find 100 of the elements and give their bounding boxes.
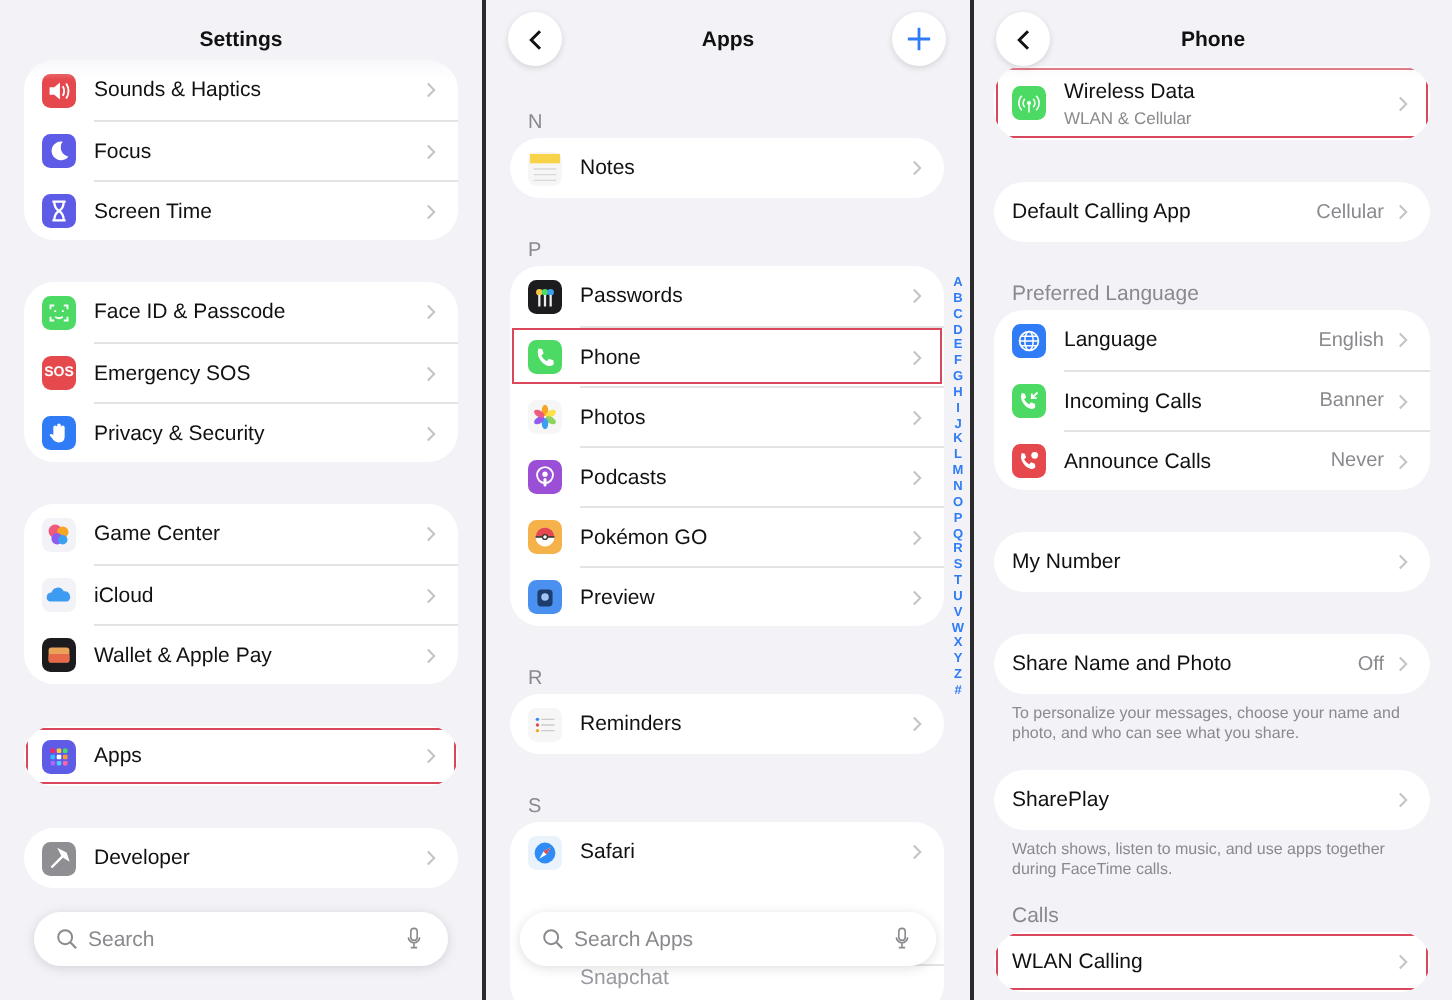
microphone-icon (894, 926, 910, 950)
back-button[interactable] (508, 12, 562, 66)
nav-title: Settings (199, 28, 283, 52)
settings-row[interactable]: Focus (24, 120, 458, 180)
search-icon (542, 928, 564, 950)
settings-row[interactable]: Privacy & Security (24, 402, 458, 462)
row-label: Share Name and Photo (1012, 652, 1234, 676)
section-header: Calls (1010, 906, 1061, 932)
settings-row[interactable]: Wireless Data WLAN & Cellular (994, 66, 1430, 140)
row-label: Emergency SOS (94, 361, 253, 385)
settings-row[interactable]: Face ID & Passcode (24, 282, 458, 342)
section-footer: To personalize your messages, choose your name and photo, and who can see what you share. (994, 694, 1430, 744)
row-label: Sounds & Haptics (94, 78, 263, 102)
grid-icon (42, 739, 76, 773)
settings-row[interactable]: Podcasts (510, 446, 944, 506)
hourglass-icon (42, 193, 76, 227)
settings-row[interactable]: Reminders (510, 694, 944, 754)
chevron-icon (1398, 792, 1408, 808)
settings-row[interactable]: Language English (994, 310, 1430, 370)
speaker-icon (42, 73, 76, 107)
chevron-icon (1398, 554, 1408, 570)
settings-row[interactable]: Game Center (24, 504, 458, 564)
row-label: Developer (94, 846, 192, 870)
chevron-icon (426, 365, 436, 381)
chevron-icon (1398, 453, 1408, 469)
row-label: SharePlay (1012, 788, 1111, 812)
settings-row[interactable]: Announce Calls Never (994, 430, 1430, 490)
chevron-icon (426, 425, 436, 441)
settings-row[interactable]: Default Calling App Cellular (994, 182, 1430, 242)
settings-row[interactable]: Phone (510, 326, 944, 386)
settings-row[interactable]: Passwords (510, 266, 944, 326)
plus-icon (906, 26, 932, 52)
section-header: N (526, 112, 545, 138)
back-button[interactable] (996, 12, 1050, 66)
row-value: Off (1357, 653, 1384, 675)
flower-icon (528, 399, 562, 433)
notepad-icon (528, 151, 562, 185)
row-label: Screen Time (94, 199, 214, 223)
settings-row[interactable]: iCloud (24, 564, 458, 624)
row-subtitle: WLAN & Cellular (1064, 107, 1194, 127)
settings-row[interactable]: Incoming Calls Banner (994, 370, 1430, 430)
row-label: Passwords (580, 284, 685, 308)
row-label: Snapchat (580, 966, 671, 990)
phone-icon (528, 339, 562, 373)
keys-icon (528, 279, 562, 313)
chevron-icon (1398, 204, 1408, 220)
row-label: Notes (580, 156, 637, 180)
search-field[interactable]: Search (34, 912, 448, 966)
settings-row[interactable]: Apps (24, 726, 458, 786)
chevron-icon (912, 469, 922, 485)
cloud-icon (42, 577, 76, 611)
row-label: Pokémon GO (580, 525, 710, 549)
section-header: S (526, 796, 544, 822)
settings-row[interactable]: Safari (510, 822, 944, 882)
chevron-icon (1398, 393, 1408, 409)
chevron-icon (1398, 954, 1408, 970)
hammer-icon (42, 841, 76, 875)
settings-row[interactable]: Wallet & Apple Pay (24, 624, 458, 684)
row-label: Wireless Data (1064, 79, 1197, 103)
row-label: Reminders (580, 712, 684, 736)
settings-row[interactable]: Sounds & Haptics (24, 60, 458, 120)
row-value: Cellular (1316, 201, 1384, 223)
chevron-icon (912, 589, 922, 605)
chevron-icon (912, 349, 922, 365)
settings-row[interactable]: Preview (510, 566, 944, 626)
chevron-icon (426, 587, 436, 603)
settings-row[interactable]: Share Name and Photo Off (994, 634, 1430, 694)
chevron-icon (426, 82, 436, 98)
settings-row[interactable]: Notes (510, 138, 944, 198)
settings-row[interactable]: SharePlay (994, 770, 1430, 830)
chevron-icon (426, 647, 436, 663)
section-header: P (526, 240, 544, 266)
row-label: Privacy & Security (94, 421, 267, 445)
chevron-icon (426, 850, 436, 866)
row-label: Phone (580, 345, 643, 369)
row-value: English (1318, 329, 1384, 351)
back-icon (1015, 27, 1031, 51)
search-field[interactable]: Search Apps (520, 912, 936, 966)
antenna-icon (1012, 86, 1046, 120)
back-icon (527, 27, 543, 51)
chevron-icon (1398, 332, 1408, 348)
face-scan-icon (42, 295, 76, 329)
chevron-icon (912, 844, 922, 860)
settings-row[interactable]: Screen Time (24, 180, 458, 240)
chevron-icon (426, 143, 436, 159)
row-label: iCloud (94, 583, 156, 607)
chevron-icon (912, 288, 922, 304)
settings-row[interactable]: WLAN Calling (994, 932, 1430, 992)
settings-row[interactable]: Pokémon GO (510, 506, 944, 566)
chevron-icon (912, 716, 922, 732)
settings-row[interactable]: My Number (994, 532, 1430, 592)
chevron-icon (426, 748, 436, 764)
moon-icon (42, 133, 76, 167)
chevron-icon (912, 529, 922, 545)
settings-row[interactable]: Photos (510, 386, 944, 446)
search-icon (56, 928, 78, 950)
chevron-icon (426, 203, 436, 219)
add-button[interactable] (892, 12, 946, 66)
settings-row[interactable]: Developer (24, 828, 458, 888)
row-label: Safari (580, 840, 637, 864)
